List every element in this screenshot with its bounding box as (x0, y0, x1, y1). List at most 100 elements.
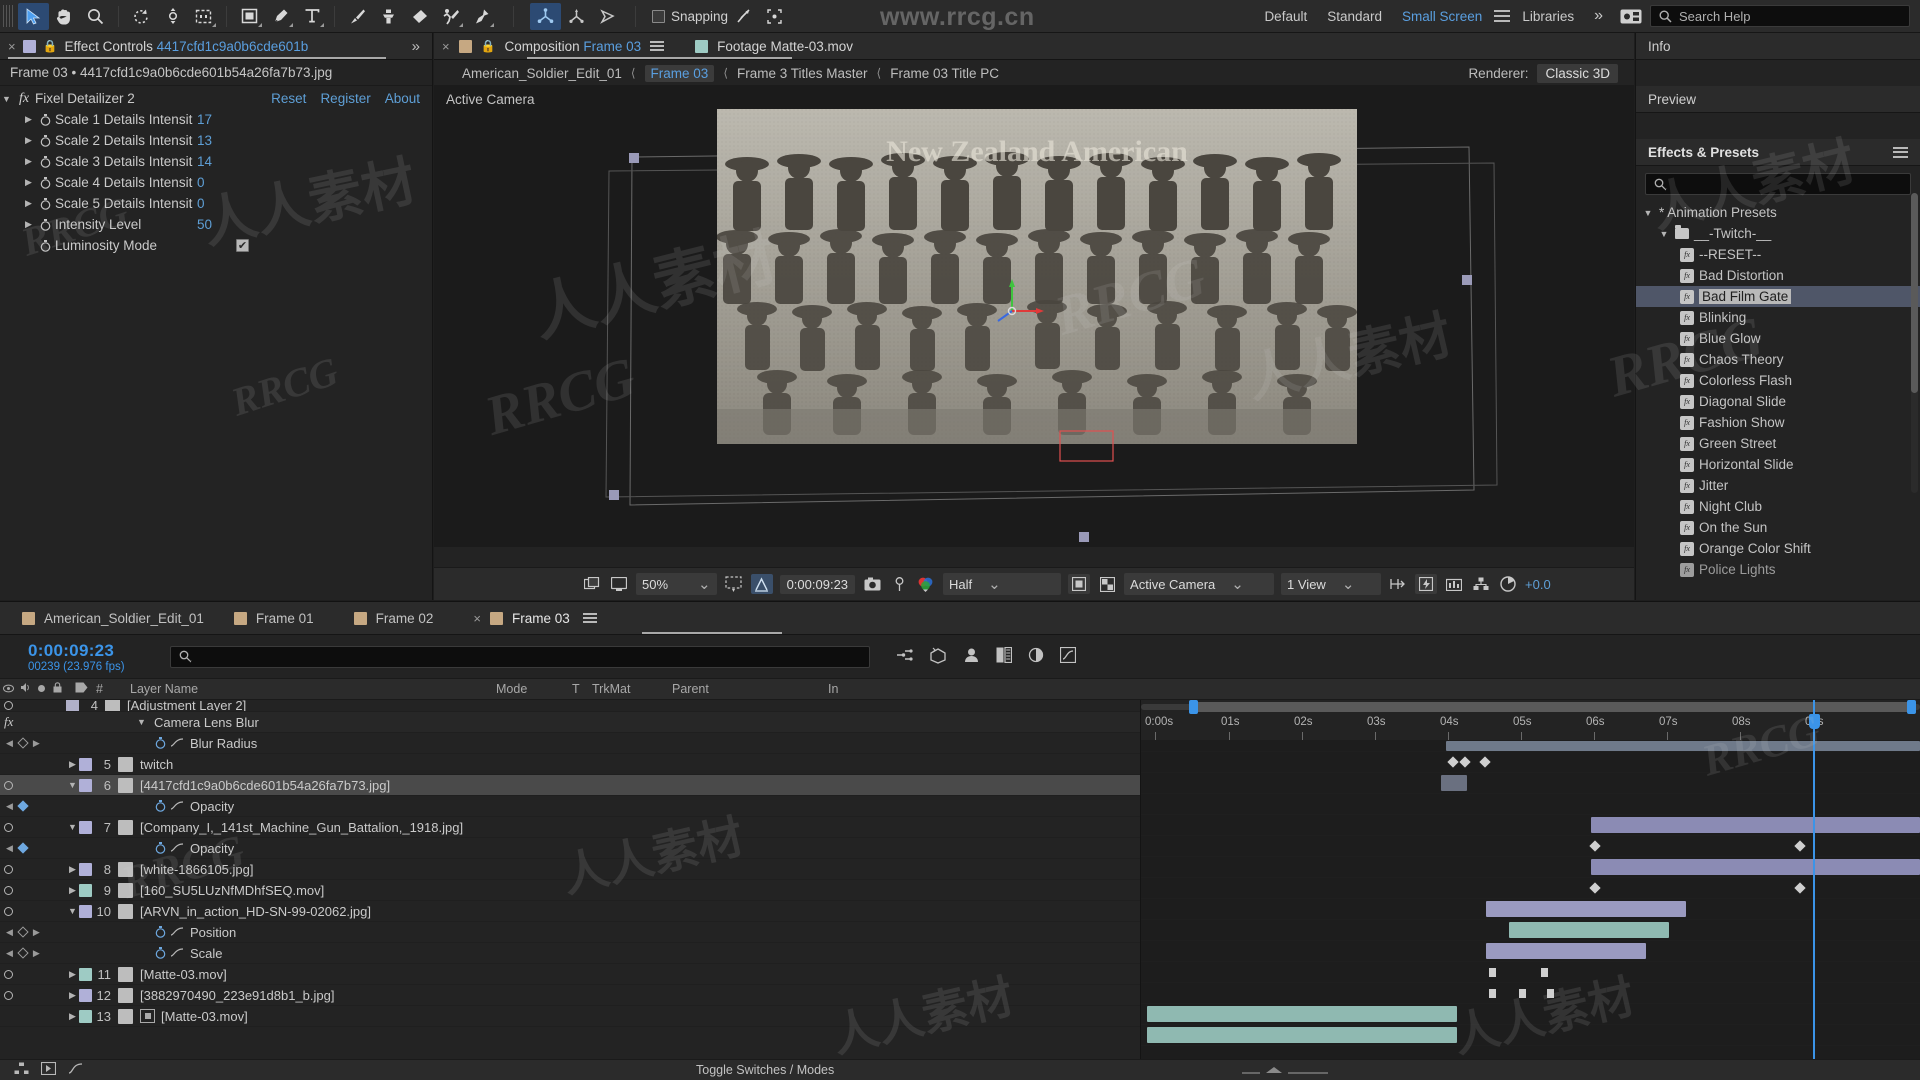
parent-header[interactable]: Parent (672, 682, 822, 696)
property-row[interactable]: ▶ Scale 1 Details Intensit 17 (0, 109, 432, 130)
hand-tool[interactable] (49, 3, 80, 30)
property-row[interactable]: ▶ Scale 3 Details Intensit 14 (0, 151, 432, 172)
keyframe-navigator[interactable]: ◀ ▶ (0, 737, 64, 749)
current-time-indicator-line[interactable] (1809, 700, 1820, 1068)
snapping-toggle[interactable]: Snapping (652, 9, 728, 24)
video-toggle[interactable] (0, 906, 17, 916)
selection-tool[interactable] (18, 2, 49, 30)
lock-icon[interactable]: 🔒 (481, 39, 496, 53)
composition-tab[interactable]: Composition Frame 03 (505, 39, 642, 54)
video-toggle[interactable] (0, 990, 17, 1000)
close-icon[interactable]: × (442, 39, 450, 54)
graph-editor-toggle-icon[interactable] (170, 841, 190, 856)
graph-editor-toggle-icon[interactable] (170, 946, 190, 961)
preset-item[interactable]: fx Night Club (1636, 496, 1920, 517)
mode-header[interactable]: Mode (496, 682, 572, 696)
workspace-small-screen[interactable]: Small Screen (1394, 9, 1490, 24)
toolbar-overflow-icon[interactable]: » (1586, 7, 1611, 25)
chevron-right-icon[interactable]: ▶ (66, 969, 79, 980)
puppet-pin-tool[interactable] (466, 3, 497, 30)
close-icon[interactable]: × (8, 39, 16, 54)
chevron-right-icon[interactable]: ▶ (22, 135, 35, 146)
tree-root-animation-presets[interactable]: ▼ * Animation Presets (1636, 202, 1920, 223)
composition-mini-flowchart-icon[interactable] (895, 647, 913, 666)
camera-view-select[interactable]: Active Camera ⌄ (1124, 573, 1275, 595)
prev-keyframe-icon[interactable]: ◀ (6, 948, 13, 959)
always-preview-icon[interactable] (582, 574, 602, 594)
preset-item[interactable]: fx Jitter (1636, 475, 1920, 496)
work-area-end-handle[interactable] (1907, 700, 1916, 714)
workspace-default[interactable]: Default (1256, 9, 1315, 24)
libraries-button[interactable]: Libraries (1514, 9, 1582, 24)
chevron-right-icon[interactable]: ▶ (66, 990, 79, 1001)
property-value[interactable]: 13 (197, 133, 212, 148)
property-value[interactable]: 17 (197, 112, 212, 127)
add-keyframe-icon[interactable] (17, 737, 29, 749)
comp-flowchart-icon[interactable] (1471, 574, 1491, 594)
timeline-zoom-slider[interactable] (1240, 1063, 1330, 1078)
region-of-interest-icon[interactable] (724, 574, 744, 594)
chevron-right-icon[interactable]: ▶ (66, 759, 79, 770)
eraser-tool[interactable] (404, 3, 435, 30)
snapping-checkbox[interactable] (652, 9, 665, 23)
layer-label-color[interactable] (79, 1009, 92, 1023)
motion-blur-icon[interactable] (1028, 647, 1044, 666)
timeline-graph-area[interactable]: 0:00s 01s 02s 03s 04s 05s 06s 07s 08s 人人… (1140, 700, 1920, 1068)
close-icon[interactable]: × (473, 611, 481, 626)
effect-header-row[interactable]: ▼ fx Fixel Detailizer 2 Reset Register A… (0, 88, 432, 109)
timeline-search-input[interactable] (170, 645, 870, 668)
fast-previews-icon[interactable] (1415, 574, 1438, 594)
brush-tool[interactable] (342, 3, 373, 30)
timeline-tab-frame-03[interactable]: × Frame 03 (473, 602, 626, 635)
breadcrumb-item-3[interactable]: Frame 03 Title PC (890, 66, 999, 81)
snapshot-camera-icon[interactable] (862, 574, 882, 594)
search-help-input[interactable]: Search Help (1650, 5, 1910, 27)
exposure-value[interactable]: +0.0 (1525, 577, 1551, 592)
stopwatch-icon[interactable] (35, 197, 55, 210)
t-header[interactable]: T (572, 682, 592, 696)
keyframe-navigator[interactable]: ◀ ▶ (0, 926, 64, 938)
stopwatch-icon[interactable] (35, 176, 55, 189)
shape-tool[interactable] (234, 3, 265, 30)
chevron-down-icon[interactable]: ▼ (1658, 229, 1670, 239)
chevron-down-icon[interactable]: ▼ (66, 906, 79, 916)
timeline-chart-icon[interactable] (1444, 574, 1464, 594)
graph-editor-toggle-icon[interactable] (170, 736, 190, 751)
work-area-bar[interactable] (1141, 700, 1920, 714)
keyframe-indicator[interactable] (17, 800, 29, 812)
chevron-right-icon[interactable]: ▶ (22, 156, 35, 167)
layer-name-header[interactable]: Layer Name (126, 682, 496, 696)
effects-presets-menu-icon[interactable] (1893, 146, 1908, 158)
puppet-tool-corner[interactable] (490, 22, 494, 27)
current-time-display[interactable]: 0:00:09:23 (779, 574, 856, 594)
grid-guides-icon[interactable] (750, 574, 773, 594)
breadcrumb-item-0[interactable]: American_Soldier_Edit_01 (462, 66, 622, 81)
effect-about-button[interactable]: About (385, 91, 420, 106)
property-row[interactable]: ▶ Scale 5 Details Intensit 0 (0, 193, 432, 214)
pen-tool[interactable] (265, 3, 296, 30)
preset-item[interactable]: fx Horizontal Slide (1636, 454, 1920, 475)
chevron-down-icon[interactable]: ▼ (1642, 208, 1654, 218)
preset-item[interactable]: fx Colorless Flash (1636, 370, 1920, 391)
prev-keyframe-icon[interactable]: ◀ (6, 927, 13, 938)
keyframe-navigator[interactable]: ◀ (0, 842, 64, 854)
panel-overflow-icon[interactable]: » (412, 38, 424, 55)
preset-item[interactable]: fx --RESET-- (1636, 244, 1920, 265)
property-value[interactable]: 14 (197, 154, 212, 169)
roto-tool-corner[interactable] (459, 22, 463, 27)
preset-item[interactable]: fx Blue Glow (1636, 328, 1920, 349)
video-toggle[interactable] (0, 969, 17, 979)
chevron-right-icon[interactable]: ▶ (66, 885, 79, 896)
property-value[interactable]: 0 (197, 196, 205, 211)
video-toggle[interactable] (0, 885, 17, 895)
preset-item[interactable]: fx Police Lights (1636, 559, 1920, 580)
monitor-icon[interactable] (609, 574, 629, 594)
video-toggle[interactable] (0, 864, 17, 874)
layer-number-header[interactable]: # (96, 682, 126, 696)
composition-viewer[interactable]: Active Camera New Zealand American 人人素材 … (434, 85, 1634, 547)
preset-item[interactable]: fx On the Sun (1636, 517, 1920, 538)
layer-label-color[interactable] (79, 862, 92, 876)
graph-editor-icon[interactable] (1059, 646, 1077, 666)
video-toggle[interactable] (0, 822, 17, 832)
prev-keyframe-icon[interactable]: ◀ (6, 738, 13, 749)
